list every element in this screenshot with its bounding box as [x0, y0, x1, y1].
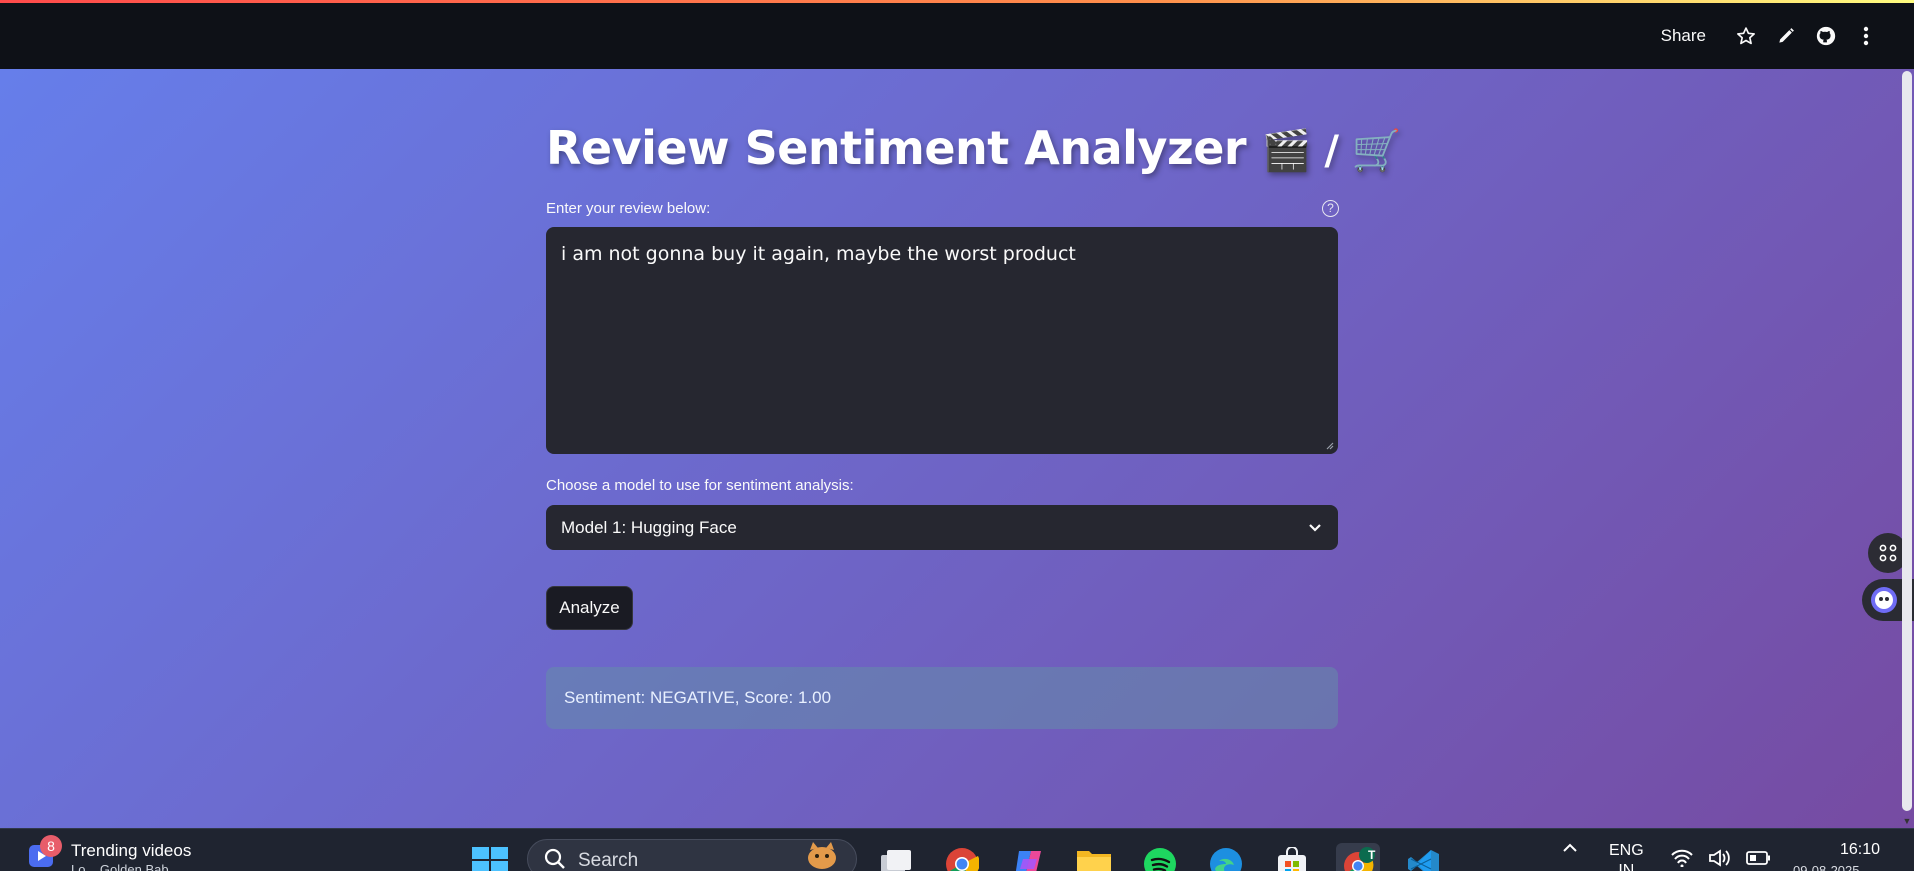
edit-pencil-icon[interactable]	[1766, 16, 1806, 56]
model-select-value: Model 1: Hugging Face	[561, 517, 737, 537]
resize-handle-icon[interactable]	[1324, 440, 1334, 450]
show-hidden-icons-chevron-icon[interactable]	[1562, 843, 1578, 853]
chevron-down-icon	[1309, 523, 1321, 532]
volume-icon	[1709, 849, 1730, 867]
review-textarea[interactable]: i am not gonna buy it again, maybe the w…	[546, 227, 1338, 454]
taskbar-apps: T	[874, 843, 1446, 871]
scrollbar-thumb[interactable]	[1902, 71, 1912, 811]
battery-icon	[1746, 851, 1770, 865]
chrome-profile-initial: T	[1368, 848, 1376, 862]
widget-subtitle: Lo... Golden Bab...	[71, 862, 180, 871]
clock-date[interactable]: 09-08-2025	[1793, 863, 1860, 871]
github-icon[interactable]	[1806, 16, 1846, 56]
language-code: ENG	[1609, 842, 1644, 859]
page-title-text: Review Sentiment Analyzer	[546, 121, 1247, 175]
task-view-icon[interactable]	[874, 843, 918, 871]
tray-status-icons[interactable]	[1670, 849, 1772, 867]
star-icon[interactable]	[1726, 16, 1766, 56]
file-explorer-icon[interactable]	[1072, 843, 1116, 871]
analyze-button[interactable]: Analyze	[546, 586, 633, 630]
result-text: Sentiment: NEGATIVE, Score: 1.00	[564, 688, 832, 707]
more-menu-icon[interactable]	[1846, 16, 1886, 56]
main-content-area: Review Sentiment Analyzer 🎬 / 🛒 Enter yo…	[0, 69, 1914, 828]
clock-time[interactable]: 16:10	[1840, 841, 1880, 859]
system-tray	[1562, 843, 1578, 853]
widget-badge: 8	[40, 835, 62, 857]
microsoft-store-icon[interactable]	[1270, 843, 1314, 871]
scrollbar[interactable]: ▼	[1900, 69, 1914, 828]
review-label: Enter your review below:	[546, 200, 711, 217]
vscode-icon[interactable]	[1402, 843, 1446, 871]
model-select[interactable]: Model 1: Hugging Face	[546, 505, 1338, 550]
edge-icon[interactable]	[1204, 843, 1248, 871]
search-placeholder: Search	[578, 850, 639, 871]
widget-title[interactable]: Trending videos	[71, 841, 191, 861]
app-header: Share	[0, 3, 1914, 69]
share-button[interactable]: Share	[1661, 26, 1706, 46]
windows-taskbar: 8 Trending videos Lo... Golden Bab... Se…	[0, 828, 1914, 871]
cat-search-highlight-icon	[808, 842, 836, 869]
taskbar-search-box[interactable]: Search	[527, 839, 857, 871]
help-icon[interactable]: ?	[1322, 200, 1339, 217]
spotify-icon[interactable]	[1138, 843, 1182, 871]
windows-start-icon[interactable]	[472, 847, 508, 871]
page-title-emoji: 🎬 / 🛒	[1261, 128, 1402, 174]
copilot-icon[interactable]	[1006, 843, 1050, 871]
model-label: Choose a model to use for sentiment anal…	[546, 477, 854, 494]
chrome-profile-icon[interactable]: T	[1336, 843, 1380, 871]
scroll-down-arrow-icon[interactable]: ▼	[1902, 816, 1912, 826]
page-title: Review Sentiment Analyzer 🎬 / 🛒	[546, 121, 1402, 175]
wifi-icon	[1671, 849, 1693, 867]
search-icon	[544, 848, 565, 869]
chrome-icon[interactable]	[940, 843, 984, 871]
language-region: IN	[1618, 862, 1635, 871]
result-alert: Sentiment: NEGATIVE, Score: 1.00	[546, 667, 1338, 729]
language-indicator[interactable]: ENG IN	[1609, 841, 1644, 871]
review-text: i am not gonna buy it again, maybe the w…	[561, 243, 1076, 265]
